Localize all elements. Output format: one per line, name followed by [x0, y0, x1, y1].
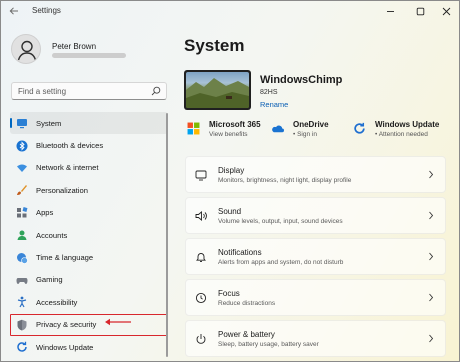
sidebar-item-label: Network & internet — [36, 163, 99, 173]
globe-clock-icon — [16, 252, 28, 264]
settings-card-list: Display Monitors, brightness, night ligh… — [185, 156, 446, 361]
annotation-arrow-icon — [105, 318, 131, 326]
sidebar-item-apps[interactable]: Apps — [10, 202, 168, 224]
minimize-button[interactable] — [381, 4, 399, 18]
app-title: Settings — [32, 6, 61, 15]
card-title: Sound — [218, 207, 242, 216]
maximize-icon — [416, 7, 424, 15]
user-name: Peter Brown — [52, 42, 97, 51]
card-sound[interactable]: Sound Volume levels, output, input, soun… — [185, 197, 446, 234]
card-title: Focus — [218, 289, 240, 298]
power-icon — [195, 333, 207, 345]
card-subtitle: Sleep, battery usage, battery saver — [218, 341, 319, 348]
sidebar-item-bluetooth[interactable]: Bluetooth & devices — [10, 134, 168, 156]
sidebar-item-label: Time & language — [36, 253, 94, 263]
user-email-redacted — [52, 53, 126, 58]
quick-link-title: Windows Update — [375, 120, 440, 129]
chevron-right-icon — [429, 293, 434, 302]
sidebar-item-label: Gaming — [36, 275, 63, 285]
device-image — [184, 70, 251, 110]
windows-update-icon — [354, 122, 365, 134]
chevron-right-icon — [429, 170, 434, 179]
selected-indicator — [10, 118, 12, 128]
bell-icon — [195, 251, 207, 263]
shield-icon — [16, 319, 28, 331]
update-icon — [16, 341, 28, 353]
device-wallpaper — [186, 72, 249, 108]
quick-link-title: Microsoft 365 — [209, 120, 261, 129]
title-bar: Settings — [1, 1, 459, 23]
minimize-icon — [386, 10, 394, 12]
close-button[interactable] — [437, 4, 455, 18]
wifi-icon — [16, 162, 28, 174]
monitor-icon — [16, 117, 28, 129]
card-subtitle: Alerts from apps and system, do not dist… — [218, 259, 344, 266]
page-title: System — [184, 36, 245, 55]
settings-window: Settings Peter Brown Find a setting Syst… — [0, 0, 460, 362]
sidebar-item-personalization[interactable]: Personalization — [10, 179, 168, 201]
card-title: Power & battery — [218, 330, 275, 339]
sidebar-nav: System Bluetooth & devices Network & int… — [10, 112, 168, 358]
chevron-right-icon — [429, 252, 434, 261]
quick-link-title: OneDrive — [293, 120, 329, 129]
card-display[interactable]: Display Monitors, brightness, night ligh… — [185, 156, 446, 193]
sidebar-item-gaming[interactable]: Gaming — [10, 269, 168, 291]
sidebar-item-accounts[interactable]: Accounts — [10, 224, 168, 246]
device-name: WindowsChimp — [260, 74, 343, 86]
back-arrow-icon — [9, 7, 18, 15]
person-icon — [17, 40, 37, 61]
quick-link-subtitle: View benefits — [209, 131, 248, 138]
sidebar-item-accessibility[interactable]: Accessibility — [10, 291, 168, 313]
bluetooth-icon — [16, 140, 28, 152]
brush-icon — [16, 184, 28, 196]
rename-link[interactable]: Rename — [260, 100, 288, 109]
sidebar-item-label: System — [36, 118, 62, 128]
chevron-right-icon — [429, 211, 434, 220]
sidebar-item-label: Bluetooth & devices — [36, 141, 104, 151]
account-icon — [16, 229, 28, 241]
search-icon — [151, 86, 161, 96]
sidebar-item-network[interactable]: Network & internet — [10, 157, 168, 179]
microsoft-365-icon — [187, 122, 200, 135]
apps-icon — [16, 206, 28, 219]
card-subtitle: Reduce distractions — [218, 300, 276, 307]
sidebar-item-label: Accounts — [36, 230, 68, 240]
close-icon — [442, 7, 450, 15]
quick-link-subtitle: • Sign in — [293, 131, 317, 138]
sidebar-item-label: Accessibility — [36, 297, 78, 307]
sidebar-item-time-language[interactable]: Time & language — [10, 246, 168, 268]
sidebar-item-label: Windows Update — [36, 342, 94, 352]
sidebar-item-windows-update[interactable]: Windows Update — [10, 336, 168, 358]
quick-link-subtitle: • Attention needed — [375, 131, 428, 138]
card-subtitle: Monitors, brightness, night light, displ… — [218, 177, 352, 184]
back-button[interactable] — [9, 6, 23, 18]
card-title: Display — [218, 166, 245, 175]
sidebar-item-privacy-security[interactable]: Privacy & security — [10, 313, 168, 336]
avatar — [11, 34, 41, 64]
display-icon — [195, 169, 207, 181]
focus-icon — [195, 292, 207, 304]
search-input[interactable]: Find a setting — [11, 82, 167, 100]
speaker-icon — [195, 210, 207, 222]
sidebar-scrollbar[interactable] — [166, 113, 168, 357]
maximize-button[interactable] — [411, 4, 429, 18]
chevron-right-icon — [429, 334, 434, 343]
gamepad-icon — [16, 274, 28, 286]
card-title: Notifications — [218, 248, 262, 257]
accessibility-icon — [16, 296, 28, 308]
device-model: 82HS — [260, 89, 278, 96]
card-focus[interactable]: Focus Reduce distractions — [185, 279, 446, 316]
search-placeholder: Find a setting — [18, 87, 67, 96]
sidebar-item-label: Privacy & security — [36, 320, 97, 330]
card-notifications[interactable]: Notifications Alerts from apps and syste… — [185, 238, 446, 275]
card-power-battery[interactable]: Power & battery Sleep, battery usage, ba… — [185, 320, 446, 357]
card-subtitle: Volume levels, output, input, sound devi… — [218, 218, 343, 225]
sidebar-item-label: Personalization — [36, 185, 88, 195]
onedrive-icon — [272, 125, 284, 133]
sidebar-item-label: Apps — [36, 208, 54, 218]
sidebar-item-system[interactable]: System — [10, 112, 168, 135]
